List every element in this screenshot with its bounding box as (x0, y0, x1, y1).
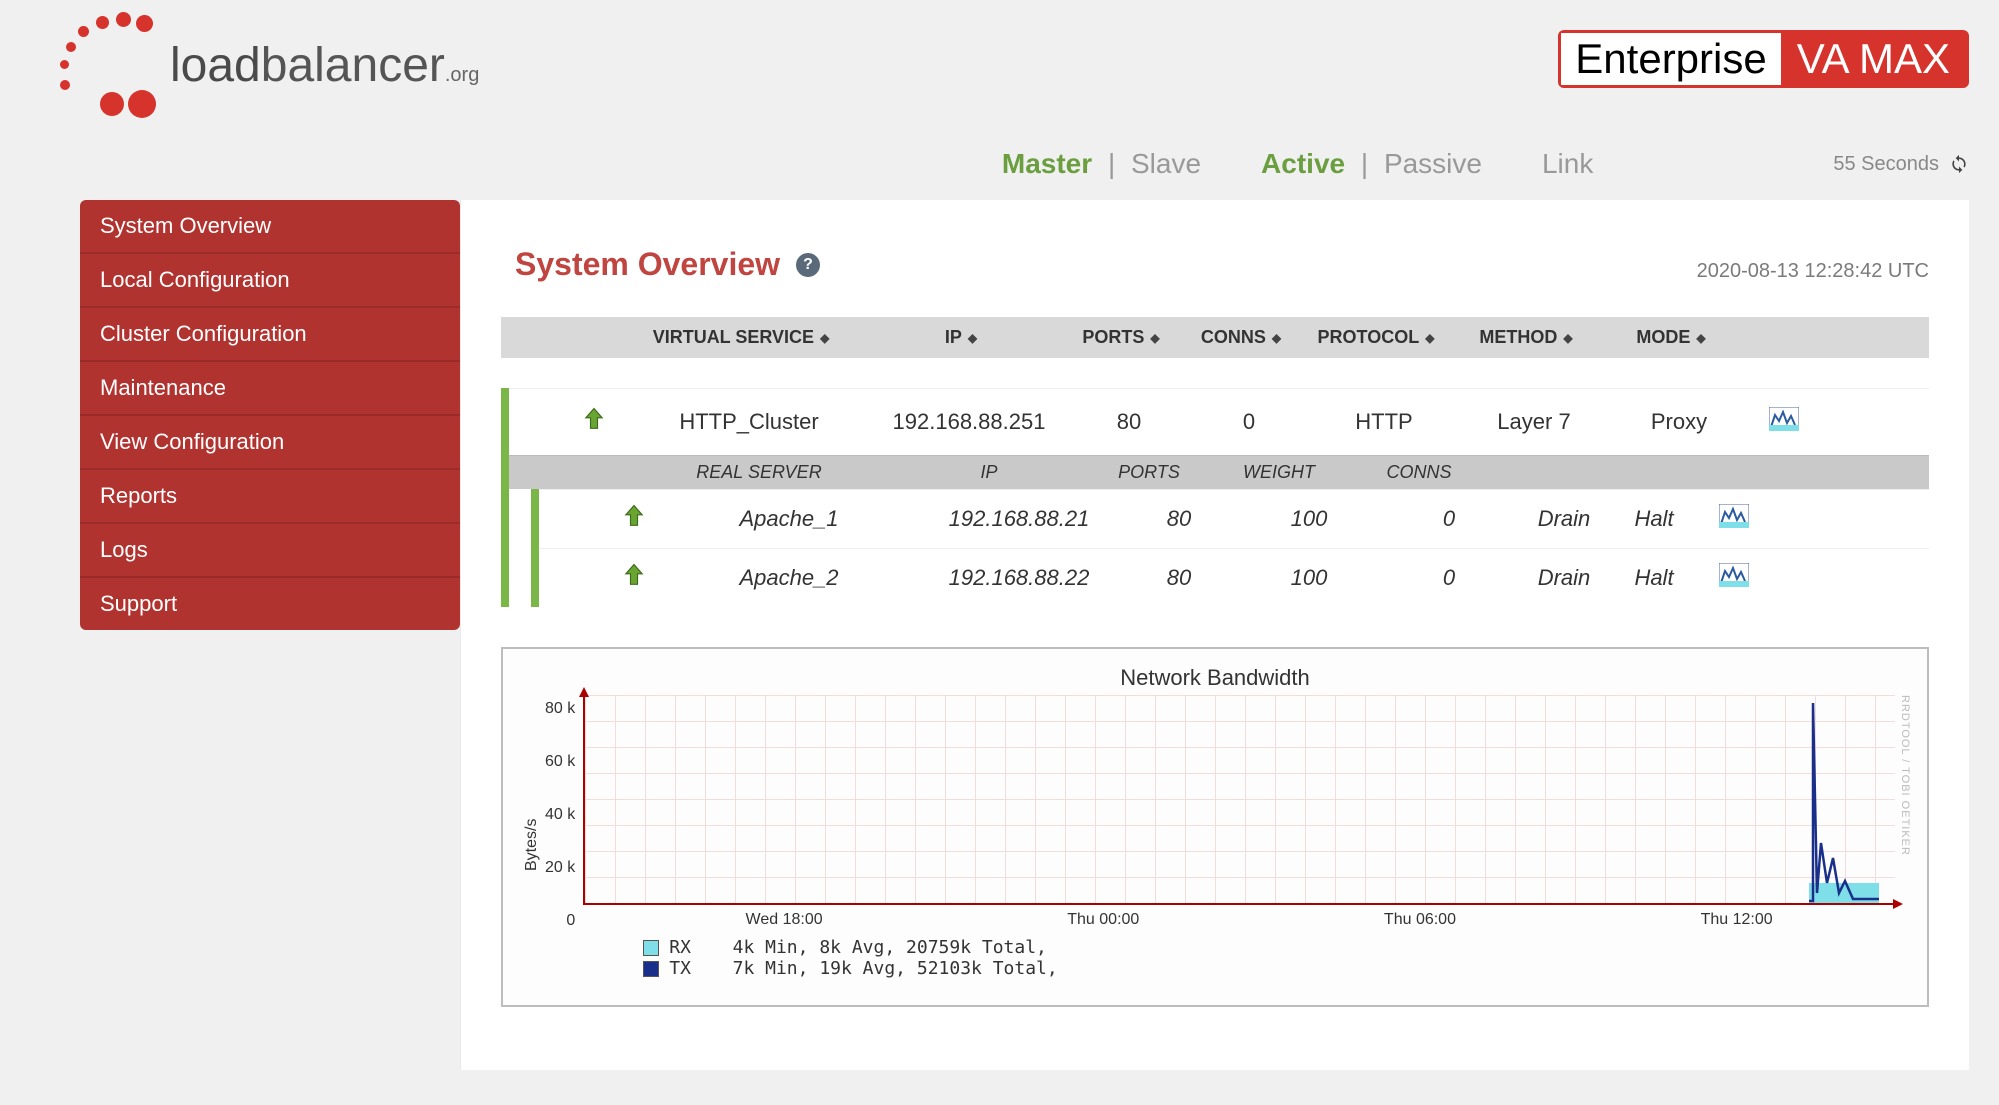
countdown-text: 55 Seconds (1833, 153, 1939, 176)
x-ticks: Wed 18:00 Thu 00:00 Thu 06:00 Thu 12:00 (583, 911, 1895, 929)
rs-row: Apache_1 192.168.88.21 80 100 0 Drain Ha… (539, 489, 1929, 548)
rrdtool-watermark: RRDTOOL / TOBI OETIKER (1895, 695, 1911, 995)
link-status: Link (1542, 148, 1593, 180)
sidebar-item-system-overview[interactable]: System Overview (80, 200, 460, 254)
product-right: VA MAX (1781, 33, 1966, 85)
vs-row[interactable]: HTTP_Cluster 192.168.88.251 80 0 HTTP La… (509, 388, 1929, 455)
rs-header-row: REAL SERVER IP PORTS WEIGHT CONNS (509, 455, 1929, 489)
rs-name: Apache_1 (659, 506, 919, 532)
ha-state: Active | Passive (1261, 148, 1482, 180)
col-rs-ip: IP (889, 462, 1089, 483)
col-mode[interactable]: MODE◆ (1601, 327, 1741, 348)
help-icon[interactable]: ? (796, 253, 820, 277)
sidebar-item-local-configuration[interactable]: Local Configuration (80, 254, 460, 308)
rs-ports: 80 (1119, 565, 1239, 591)
sidebar-item-view-configuration[interactable]: View Configuration (80, 416, 460, 470)
col-ports[interactable]: PORTS◆ (1061, 327, 1181, 348)
logo: loadbalancer.org (60, 10, 479, 120)
vs-mode: Proxy (1609, 409, 1749, 435)
up-arrow-icon (609, 561, 659, 595)
sidebar-item-logs[interactable]: Logs (80, 524, 460, 578)
drain-button[interactable]: Drain (1519, 506, 1609, 532)
logo-text: loadbalancer.org (170, 38, 479, 93)
timestamp: 2020-08-13 12:28:42 UTC (1697, 260, 1929, 283)
main-content: System Overview ? 2020-08-13 12:28:42 UT… (460, 200, 1969, 1070)
ha-role: Master | Slave (1002, 148, 1201, 180)
drain-button[interactable]: Drain (1519, 565, 1609, 591)
col-rs-conns: CONNS (1349, 462, 1489, 483)
graph-icon[interactable] (1699, 563, 1769, 593)
rs-conns: 0 (1379, 506, 1519, 532)
logo-suffix: .org (445, 64, 479, 86)
col-ip[interactable]: IP◆ (861, 327, 1061, 348)
rs-name: Apache_2 (659, 565, 919, 591)
graph-icon[interactable] (1699, 504, 1769, 534)
rs-ip: 192.168.88.22 (919, 565, 1119, 591)
vs-protocol: HTTP (1309, 409, 1459, 435)
page-title: System Overview ? (515, 246, 820, 283)
plot-area (583, 695, 1895, 905)
up-arrow-icon (609, 502, 659, 536)
halt-button[interactable]: Halt (1609, 506, 1699, 532)
virtual-services-table: VIRTUAL SERVICE◆ IP◆ PORTS◆ CONNS◆ PROTO… (501, 317, 1929, 607)
chart-legend: RX 4k Min, 8k Avg, 20759k Total, TX 7k M… (583, 937, 1895, 979)
vs-name: HTTP_Cluster (629, 409, 869, 435)
graph-icon[interactable] (1749, 407, 1819, 437)
legend-tx-summary: 7k Min, 19k Avg, 52103k Total, (733, 958, 1058, 979)
rs-row: Apache_2 192.168.88.22 80 100 0 Drain Ha… (539, 548, 1929, 607)
rs-ip: 192.168.88.21 (919, 506, 1119, 532)
refresh-countdown: 55 Seconds (1833, 153, 1969, 176)
col-virtual-service[interactable]: VIRTUAL SERVICE◆ (621, 327, 861, 348)
product-badge: Enterprise VA MAX (1558, 30, 1969, 88)
sidebar: System Overview Local Configuration Clus… (80, 200, 460, 630)
bandwidth-chart: Network Bandwidth Bytes/s 80 k 60 k 40 k… (501, 647, 1929, 1007)
vs-ports: 80 (1069, 409, 1189, 435)
col-conns[interactable]: CONNS◆ (1181, 327, 1301, 348)
logo-dots-icon (60, 10, 160, 120)
rs-weight: 100 (1239, 506, 1379, 532)
tx-swatch-icon (643, 961, 659, 977)
rs-ports: 80 (1119, 506, 1239, 532)
halt-button[interactable]: Halt (1609, 565, 1699, 591)
role-master: Master (1002, 148, 1092, 179)
sidebar-item-maintenance[interactable]: Maintenance (80, 362, 460, 416)
role-slave: Slave (1131, 148, 1201, 179)
rx-swatch-icon (643, 940, 659, 956)
status-bar: Master | Slave Active | Passive Link 55 … (0, 120, 1999, 200)
sidebar-item-support[interactable]: Support (80, 578, 460, 630)
rs-weight: 100 (1239, 565, 1379, 591)
vs-header-row: VIRTUAL SERVICE◆ IP◆ PORTS◆ CONNS◆ PROTO… (501, 317, 1929, 358)
vs-ip: 192.168.88.251 (869, 409, 1069, 435)
refresh-icon[interactable] (1949, 154, 1969, 174)
logo-word-2: balancer (261, 39, 445, 92)
state-passive: Passive (1384, 148, 1482, 179)
y-ticks: 80 k 60 k 40 k 20 k 0 (545, 700, 583, 930)
col-rs-weight: WEIGHT (1209, 462, 1349, 483)
rs-conns: 0 (1379, 565, 1519, 591)
col-rs-ports: PORTS (1089, 462, 1209, 483)
col-method[interactable]: METHOD◆ (1451, 327, 1601, 348)
vs-conns: 0 (1189, 409, 1309, 435)
col-protocol[interactable]: PROTOCOL◆ (1301, 327, 1451, 348)
y-axis-label: Bytes/s (519, 695, 545, 995)
logo-word-1: load (170, 39, 261, 92)
col-real-server: REAL SERVER (629, 462, 889, 483)
vs-method: Layer 7 (1459, 409, 1609, 435)
sidebar-item-cluster-configuration[interactable]: Cluster Configuration (80, 308, 460, 362)
product-left: Enterprise (1561, 33, 1780, 85)
legend-rx-name: RX (669, 937, 691, 958)
sidebar-item-reports[interactable]: Reports (80, 470, 460, 524)
sort-icon: ◆ (820, 331, 829, 345)
state-active: Active (1261, 148, 1345, 179)
up-arrow-icon (559, 405, 629, 439)
legend-tx-name: TX (669, 958, 691, 979)
legend-rx-summary: 4k Min, 8k Avg, 20759k Total, (733, 937, 1047, 958)
chart-title: Network Bandwidth (519, 665, 1911, 691)
